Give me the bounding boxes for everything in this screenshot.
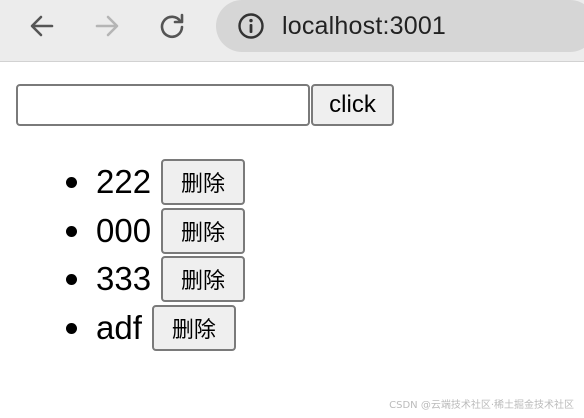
back-button[interactable] [26,10,58,42]
item-text: adf [96,308,142,346]
back-arrow-icon [30,15,54,37]
forward-button[interactable] [91,10,123,42]
list-item: 333 删除 [60,255,246,304]
todo-input[interactable] [16,84,310,126]
url-text[interactable]: localhost:3001 [282,12,446,41]
delete-button[interactable]: 删除 [161,207,246,254]
page-content: click 222 删除 000 删除 333 删除 adf 删除 CSDN @… [0,62,584,417]
forward-arrow-icon [95,15,119,37]
todo-list: 222 删除 000 删除 333 删除 adf 删除 [60,158,246,353]
list-item: adf 删除 [60,304,245,353]
bullet-icon [66,322,77,334]
item-text: 222 [96,163,152,201]
delete-button[interactable]: 删除 [161,256,246,303]
list-item: 222 删除 [60,158,246,207]
click-button[interactable]: click [311,84,394,126]
item-text: 333 [96,260,152,298]
info-icon[interactable] [236,11,266,41]
bullet-icon [66,177,77,189]
list-item: 000 删除 [60,207,246,256]
item-text: 000 [96,211,152,249]
browser-toolbar: localhost:3001 [0,0,584,62]
delete-button[interactable]: 删除 [151,304,236,351]
address-bar[interactable]: localhost:3001 [216,0,584,52]
bullet-icon [66,274,77,286]
reload-icon [160,13,184,39]
watermark: CSDN @云端技术社区·稀土掘金技术社区 [389,400,574,411]
reload-button[interactable] [156,10,188,42]
delete-button[interactable]: 删除 [161,159,246,206]
bullet-icon [66,225,77,237]
